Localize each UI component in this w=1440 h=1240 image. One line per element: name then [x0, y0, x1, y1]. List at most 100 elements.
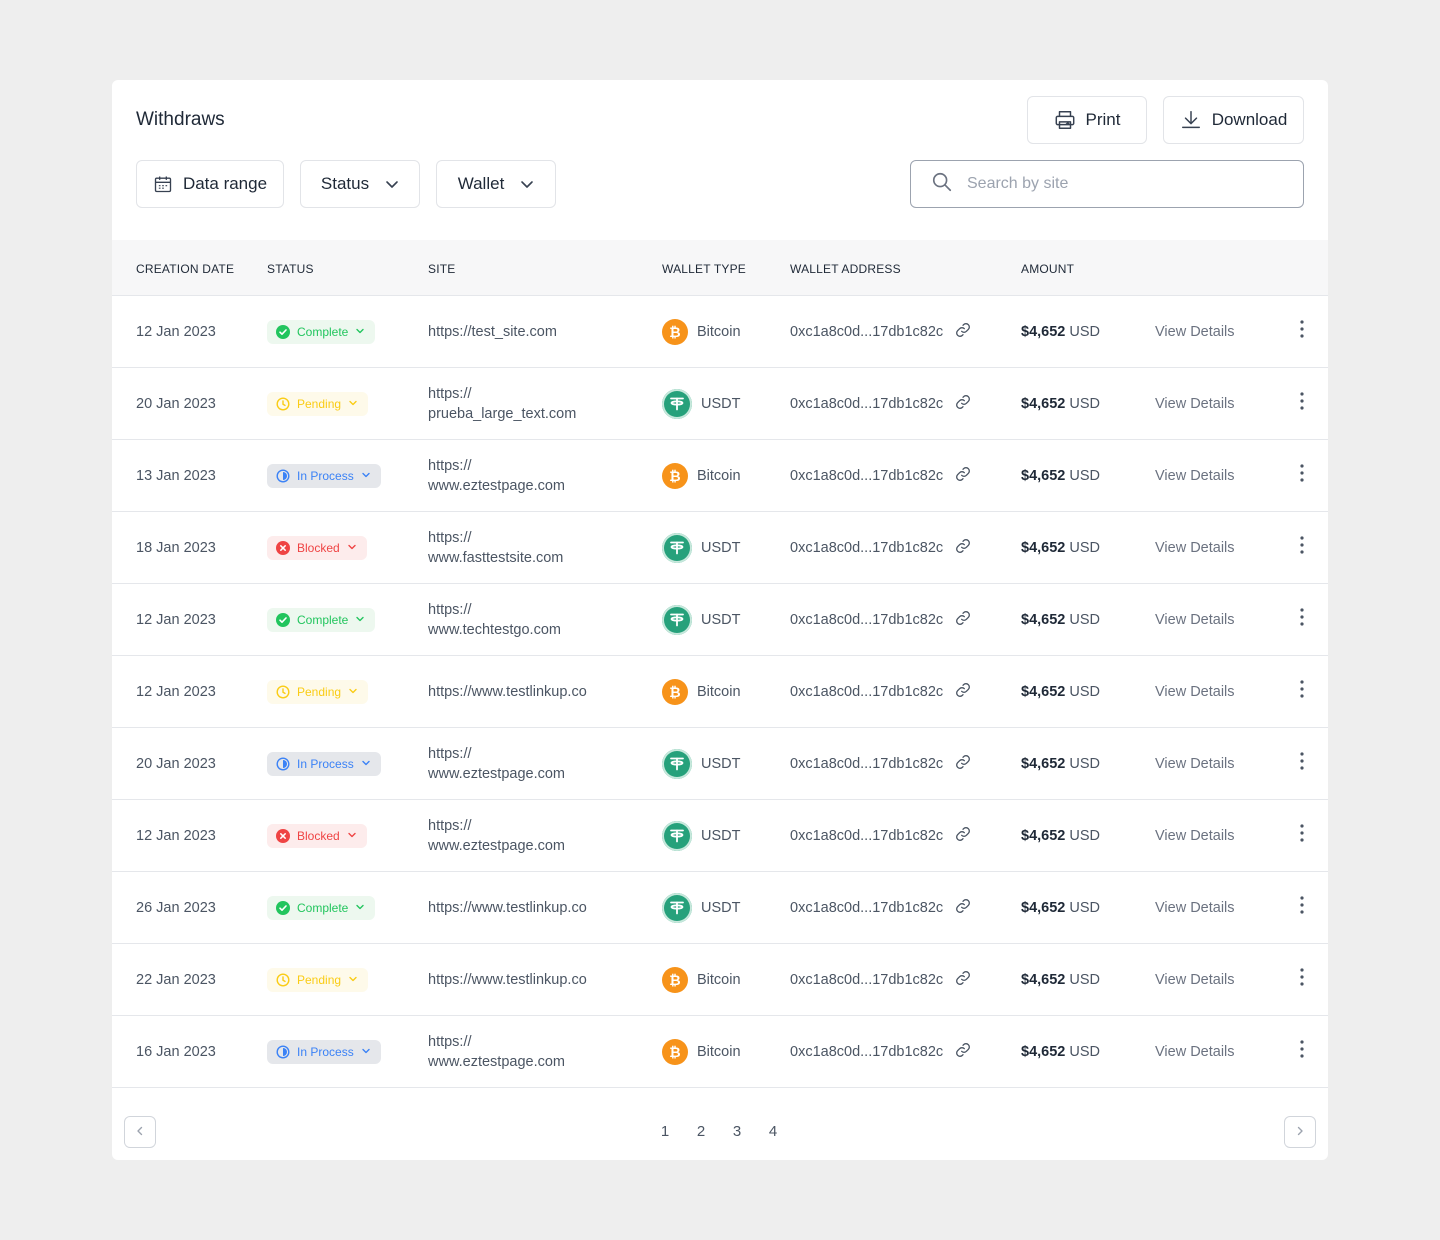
- page-link[interactable]: 2: [696, 1123, 706, 1140]
- more-options-icon[interactable]: [1292, 680, 1312, 704]
- link-icon[interactable]: [955, 322, 971, 342]
- link-icon[interactable]: [955, 466, 971, 486]
- status-badge[interactable]: Blocked: [267, 824, 367, 848]
- download-button[interactable]: Download: [1163, 96, 1304, 144]
- status-badge[interactable]: In Process: [267, 464, 381, 488]
- status-badge[interactable]: Complete: [267, 896, 376, 920]
- site-url-continued: www.fasttestsite.com: [428, 550, 564, 566]
- clock-icon: [276, 973, 290, 987]
- more-options-icon[interactable]: [1292, 752, 1312, 776]
- column-header-wallet-address: WALLET ADDRESS: [790, 262, 901, 276]
- wallet-type-label: Bitcoin: [697, 684, 741, 700]
- page-link[interactable]: 3: [732, 1123, 742, 1140]
- view-details-link[interactable]: View Details: [1155, 540, 1235, 556]
- previous-page-button[interactable]: [124, 1116, 156, 1148]
- amount-value: $4,652: [1021, 468, 1066, 484]
- view-details-link[interactable]: View Details: [1155, 756, 1235, 772]
- status-badge[interactable]: Pending: [267, 680, 369, 704]
- view-details-link[interactable]: View Details: [1155, 684, 1235, 700]
- more-options-icon[interactable]: [1292, 968, 1312, 992]
- next-page-button[interactable]: [1284, 1116, 1316, 1148]
- wallet-filter[interactable]: Wallet: [436, 160, 556, 208]
- status-label: Blocked: [297, 541, 340, 555]
- link-icon[interactable]: [955, 682, 971, 702]
- printer-icon: [1054, 109, 1076, 131]
- status-badge[interactable]: Pending: [267, 392, 369, 416]
- chevron-down-icon: [355, 901, 365, 915]
- status-label: In Process: [297, 757, 354, 771]
- creation-date: 12 Jan 2023: [136, 612, 216, 628]
- status-cell: Pending: [267, 680, 369, 704]
- wallet-type: ₿ Bitcoin: [662, 676, 741, 708]
- more-options-icon[interactable]: [1292, 824, 1312, 848]
- link-icon[interactable]: [955, 898, 971, 918]
- check-circle-icon: [276, 901, 290, 915]
- wallet-type: USDT: [662, 820, 740, 852]
- date-range-label: Data range: [182, 174, 268, 193]
- status-cell: In Process: [267, 752, 381, 776]
- more-options-icon[interactable]: [1292, 608, 1312, 632]
- bitcoin-icon: ₿: [662, 967, 688, 993]
- page-link[interactable]: 4: [768, 1123, 778, 1140]
- column-header-amount: AMOUNT: [1021, 262, 1075, 276]
- link-icon[interactable]: [955, 970, 971, 990]
- more-options-icon[interactable]: [1292, 464, 1312, 488]
- site-cell: https:// www.eztestpage.com: [428, 744, 638, 784]
- bitcoin-icon: ₿: [662, 679, 688, 705]
- view-details-link[interactable]: View Details: [1155, 468, 1235, 484]
- amount-value: $4,652: [1021, 828, 1066, 844]
- amount-currency: USD: [1069, 612, 1101, 628]
- clock-icon: [276, 685, 290, 699]
- print-button[interactable]: Print: [1027, 96, 1147, 144]
- status-cell: Blocked: [267, 824, 367, 848]
- status-badge[interactable]: Complete: [267, 608, 376, 632]
- page-link[interactable]: 1: [660, 1123, 670, 1140]
- wallet-address-text: 0xc1a8c0d...17db1c82c: [790, 684, 944, 700]
- status-badge[interactable]: Pending: [267, 968, 369, 992]
- status-badge[interactable]: Complete: [267, 320, 376, 344]
- view-details-link[interactable]: View Details: [1155, 972, 1235, 988]
- wallet-address: 0xc1a8c0d...17db1c82c: [790, 322, 971, 342]
- view-details-link[interactable]: View Details: [1155, 396, 1235, 412]
- chevron-down-icon: [355, 613, 365, 627]
- amount: $4,652 USD: [1021, 540, 1100, 556]
- status-badge[interactable]: In Process: [267, 752, 381, 776]
- site-cell: https:// prueba_large_text.com: [428, 384, 638, 424]
- status-badge[interactable]: In Process: [267, 1040, 381, 1064]
- creation-date: 20 Jan 2023: [136, 396, 216, 412]
- more-options-icon[interactable]: [1292, 392, 1312, 416]
- date-range-filter[interactable]: Data range: [136, 160, 284, 208]
- search-box[interactable]: [910, 160, 1304, 208]
- site-cell: https:// www.fasttestsite.com: [428, 528, 638, 568]
- status-label: Complete: [297, 613, 349, 627]
- site-url: https://www.testlinkup.co: [428, 900, 587, 916]
- link-icon[interactable]: [955, 538, 971, 558]
- link-icon[interactable]: [955, 610, 971, 630]
- more-options-icon[interactable]: [1292, 536, 1312, 560]
- view-details-link[interactable]: View Details: [1155, 828, 1235, 844]
- view-details-link[interactable]: View Details: [1155, 612, 1235, 628]
- wallet-type: USDT: [662, 532, 740, 564]
- search-input[interactable]: [967, 175, 1267, 193]
- download-icon: [1180, 109, 1202, 131]
- status-badge[interactable]: Blocked: [267, 536, 367, 560]
- site-url: https://: [428, 386, 472, 402]
- more-options-icon[interactable]: [1292, 320, 1312, 344]
- wallet-address: 0xc1a8c0d...17db1c82c: [790, 466, 971, 486]
- wallet-type: ₿ Bitcoin: [662, 316, 741, 348]
- link-icon[interactable]: [955, 1042, 971, 1062]
- view-details-link[interactable]: View Details: [1155, 900, 1235, 916]
- svg-text:₿: ₿: [669, 1045, 680, 1060]
- site-cell: https://www.testlinkup.co: [428, 682, 638, 702]
- more-options-icon[interactable]: [1292, 896, 1312, 920]
- view-details-link[interactable]: View Details: [1155, 1044, 1235, 1060]
- wallet-address: 0xc1a8c0d...17db1c82c: [790, 610, 971, 630]
- more-options-icon[interactable]: [1292, 1040, 1312, 1064]
- link-icon[interactable]: [955, 754, 971, 774]
- status-filter[interactable]: Status: [300, 160, 420, 208]
- chevron-down-icon: [348, 397, 358, 411]
- link-icon[interactable]: [955, 826, 971, 846]
- link-icon[interactable]: [955, 394, 971, 414]
- amount-currency: USD: [1069, 756, 1101, 772]
- view-details-link[interactable]: View Details: [1155, 324, 1235, 340]
